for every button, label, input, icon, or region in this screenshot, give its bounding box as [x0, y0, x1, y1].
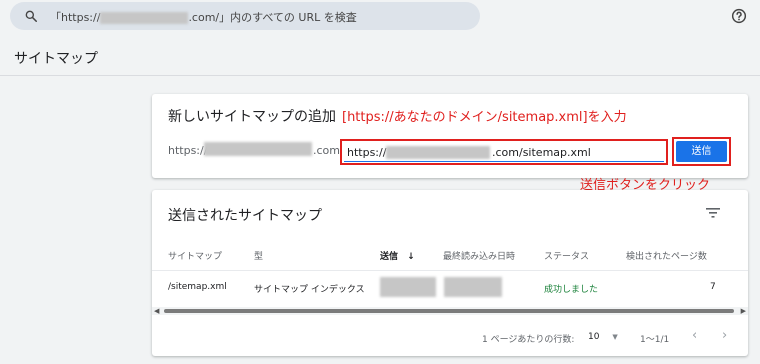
submit-button[interactable]: 送信	[676, 141, 727, 162]
cell-type: サイトマップ インデックス	[254, 285, 365, 295]
scroll-left-icon[interactable]: ◀	[154, 307, 159, 315]
sitemap-url-input[interactable]: https:// .com/sitemap.xml	[344, 143, 664, 162]
prev-page-icon[interactable]: ‹	[692, 328, 697, 343]
scrollbar-thumb[interactable]	[164, 309, 734, 313]
redacted-date	[380, 277, 436, 297]
scroll-right-icon[interactable]: ▶	[741, 307, 746, 315]
pagination-range: 1〜1/1	[640, 335, 670, 345]
page-title: サイトマップ	[14, 51, 98, 67]
redacted-domain	[204, 142, 312, 156]
column-header-pages[interactable]: 検出されたページ数	[626, 249, 707, 262]
search-icon	[25, 10, 38, 23]
help-icon[interactable]	[731, 8, 747, 24]
submitted-sitemaps-title: 送信されたサイトマップ	[168, 208, 322, 224]
table-divider	[152, 270, 748, 271]
input-highlight-box: https:// .com/sitemap.xml	[340, 139, 668, 165]
filter-icon[interactable]	[706, 208, 720, 218]
cell-status: 成功しました	[544, 285, 599, 295]
rows-per-page-label: 1 ページあたりの行数:	[482, 335, 575, 345]
redacted-domain	[100, 12, 189, 24]
input-annotation: [https://あなたのドメイン/sitemap.xml]を入力	[342, 110, 627, 125]
column-header-submitted-label: 送信	[380, 252, 399, 262]
url-input-end: .com/sitemap.xml	[492, 146, 591, 159]
cell-pages: 7	[710, 282, 716, 292]
next-page-icon[interactable]: ›	[722, 328, 727, 343]
column-header-sitemap[interactable]: サイトマップ	[168, 249, 222, 262]
search-bar[interactable]: 「https:// .com/」内のすべての URL を検査	[10, 2, 480, 30]
rows-per-page-value: 10	[588, 332, 600, 342]
top-bar: 「https:// .com/」内のすべての URL を検査	[0, 0, 760, 34]
url-input-start: https://	[347, 146, 387, 159]
add-sitemap-card: 新しいサイトマップの追加 [https://あなたのドメイン/sitemap.x…	[152, 94, 748, 178]
submitted-sitemaps-card: 送信されたサイトマップ サイトマップ 型 送信 ↓ 最終読み込み日時 ステータス…	[152, 190, 748, 356]
search-prefix: 「https://	[50, 11, 101, 24]
cell-sitemap: /sitemap.xml	[168, 282, 227, 292]
redacted-date	[444, 277, 502, 297]
domain-prefix: https://	[168, 144, 208, 157]
column-header-submitted[interactable]: 送信 ↓	[380, 249, 415, 262]
column-header-status[interactable]: ステータス	[544, 249, 589, 262]
column-header-type[interactable]: 型	[254, 249, 263, 262]
domain-suffix: .com	[313, 144, 340, 157]
horizontal-scrollbar[interactable]: ◀ ▶	[152, 307, 748, 315]
search-suffix: .com/」内のすべての URL を検査	[188, 11, 357, 24]
rows-per-page-select[interactable]: 10 ▼	[588, 332, 618, 342]
dropdown-arrow-icon: ▼	[612, 333, 618, 341]
arrow-down-icon: ↓	[407, 252, 415, 262]
search-placeholder: 「https:// .com/」内のすべての URL を検査	[50, 9, 357, 25]
header-divider	[0, 75, 760, 76]
submit-highlight-box: 送信	[672, 137, 731, 166]
redacted-domain	[386, 146, 490, 159]
add-sitemap-title: 新しいサイトマップの追加	[168, 109, 336, 125]
column-header-last-read[interactable]: 最終読み込み日時	[443, 249, 515, 262]
